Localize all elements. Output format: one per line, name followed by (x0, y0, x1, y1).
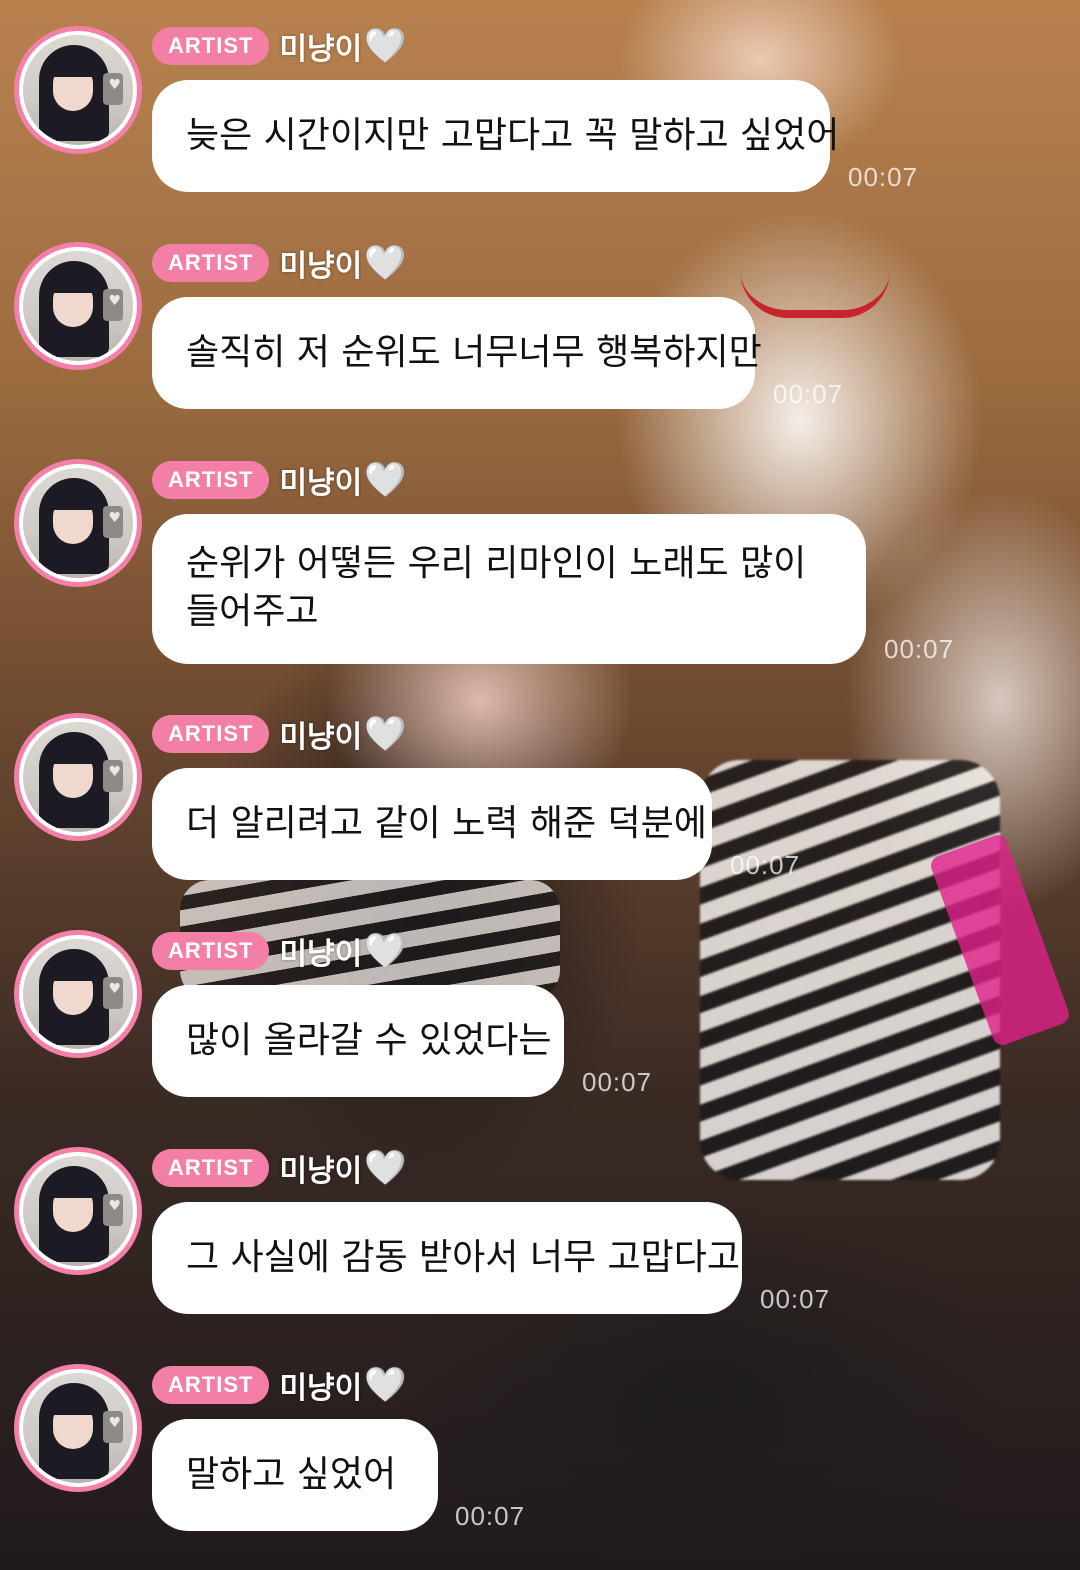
heart-icon: ♥ (108, 510, 121, 526)
white-heart-icon: 🤍 (364, 931, 407, 971)
message-bubble[interactable]: 많이 올라갈 수 있었다는 (152, 985, 564, 1097)
heart-icon: ♥ (108, 293, 121, 309)
artist-badge: ARTIST (152, 932, 270, 970)
message-bubble[interactable]: 더 알리려고 같이 노력 해준 덕분에 (152, 768, 712, 880)
message-timestamp: 00:07 (884, 634, 955, 664)
message-timestamp: 00:07 (760, 1284, 831, 1314)
avatar[interactable]: ♥ (14, 1147, 142, 1275)
username[interactable]: 미냥이 🤍 (279, 458, 406, 502)
white-heart-icon: 🤍 (364, 1365, 407, 1405)
message-bubble[interactable]: 솔직히 저 순위도 너무너무 행복하지만 (152, 297, 762, 409)
artist-badge: ARTIST (152, 715, 270, 753)
message-timestamp: 00:07 (730, 850, 801, 880)
username[interactable]: 미냥이 🤍 (279, 24, 406, 68)
username[interactable]: 미냥이 🤍 (279, 929, 406, 973)
message-bubble[interactable]: 늦은 시간이지만 고맙다고 꼭 말하고 싶었어 (152, 80, 839, 192)
heart-icon: ♥ (108, 1415, 121, 1431)
artist-badge: ARTIST (152, 461, 270, 499)
avatar[interactable]: ♥ (14, 1364, 142, 1492)
message-timestamp: 00:07 (455, 1501, 526, 1531)
message-bubble[interactable]: 그 사실에 감동 받아서 너무 고맙다고 (152, 1202, 742, 1314)
avatar[interactable]: ♥ (14, 713, 142, 841)
message-timestamp: 00:07 (848, 162, 919, 192)
username[interactable]: 미냥이 🤍 (279, 241, 406, 285)
message-bubble[interactable]: 순위가 어떻든 우리 리마인이 노래도 많이 들어주고 (152, 514, 866, 664)
artist-badge: ARTIST (152, 27, 270, 65)
avatar[interactable]: ♥ (14, 242, 142, 370)
artist-badge: ARTIST (152, 244, 270, 282)
heart-icon: ♥ (108, 1198, 121, 1214)
white-heart-icon: 🤍 (364, 26, 407, 66)
background-detail (700, 760, 1000, 1180)
username[interactable]: 미냥이 🤍 (279, 712, 406, 756)
avatar[interactable]: ♥ (14, 459, 142, 587)
heart-icon: ♥ (108, 77, 121, 93)
heart-icon: ♥ (108, 981, 121, 997)
avatar[interactable]: ♥ (14, 26, 142, 154)
avatar[interactable]: ♥ (14, 930, 142, 1058)
username[interactable]: 미냥이 🤍 (279, 1146, 406, 1190)
white-heart-icon: 🤍 (364, 460, 407, 500)
artist-badge: ARTIST (152, 1366, 270, 1404)
heart-icon: ♥ (108, 764, 121, 780)
white-heart-icon: 🤍 (364, 714, 407, 754)
white-heart-icon: 🤍 (364, 1148, 407, 1188)
message-timestamp: 00:07 (773, 379, 844, 409)
message-bubble[interactable]: 말하고 싶었어 (152, 1419, 438, 1531)
message-timestamp: 00:07 (582, 1067, 653, 1097)
white-heart-icon: 🤍 (364, 243, 407, 283)
username[interactable]: 미냥이 🤍 (279, 1363, 406, 1407)
artist-badge: ARTIST (152, 1149, 270, 1187)
